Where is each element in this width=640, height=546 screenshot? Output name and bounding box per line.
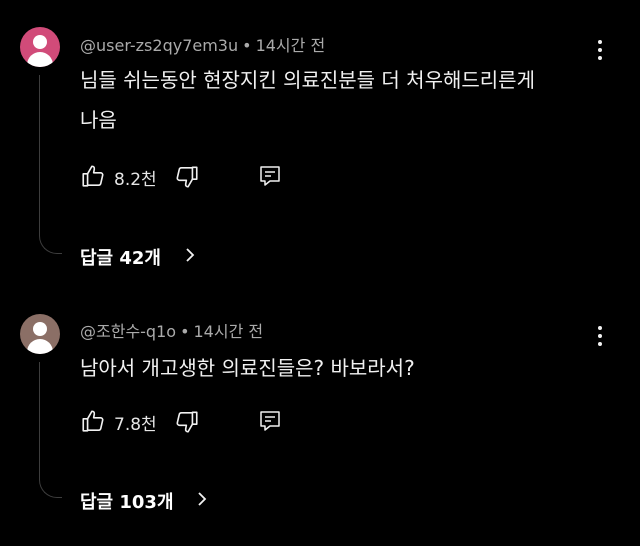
comment-time: 14시간 전 xyxy=(193,322,264,341)
more-vert-icon[interactable] xyxy=(590,324,610,348)
like-count: 7.8천 xyxy=(114,415,157,435)
thread-line xyxy=(39,362,62,498)
author-name[interactable]: @조한수-q1o xyxy=(80,322,176,341)
avatar[interactable] xyxy=(20,27,60,67)
more-vert-icon[interactable] xyxy=(590,38,610,62)
thumbs-down-icon[interactable] xyxy=(174,409,200,435)
comment-meta: @조한수-q1o • 14시간 전 xyxy=(80,322,264,341)
thumbs-down-icon[interactable] xyxy=(174,164,200,190)
chevron-right-icon xyxy=(198,492,207,506)
replies-button[interactable]: 답글 103개 xyxy=(80,488,207,514)
thread-line xyxy=(39,75,62,254)
thumbs-up-icon[interactable] xyxy=(80,163,106,189)
comment-time: 14시간 전 xyxy=(255,36,326,55)
thumbs-up-icon[interactable] xyxy=(80,408,106,434)
like-count: 8.2천 xyxy=(114,170,157,190)
comment-meta: @user-zs2qy7em3u • 14시간 전 xyxy=(80,36,326,55)
comment-text: 남아서 개고생한 의료진들은? 바보라서? xyxy=(80,356,415,380)
reply-icon[interactable] xyxy=(258,409,282,433)
reply-icon[interactable] xyxy=(258,164,282,188)
avatar[interactable] xyxy=(20,314,60,354)
author-name[interactable]: @user-zs2qy7em3u xyxy=(80,36,238,55)
chevron-right-icon xyxy=(186,248,195,262)
replies-button[interactable]: 답글 42개 xyxy=(80,244,195,270)
comment-text: 님들 쉬는동안 현장지킨 의료진분들 더 처우해드리른게 나음 xyxy=(80,68,535,132)
